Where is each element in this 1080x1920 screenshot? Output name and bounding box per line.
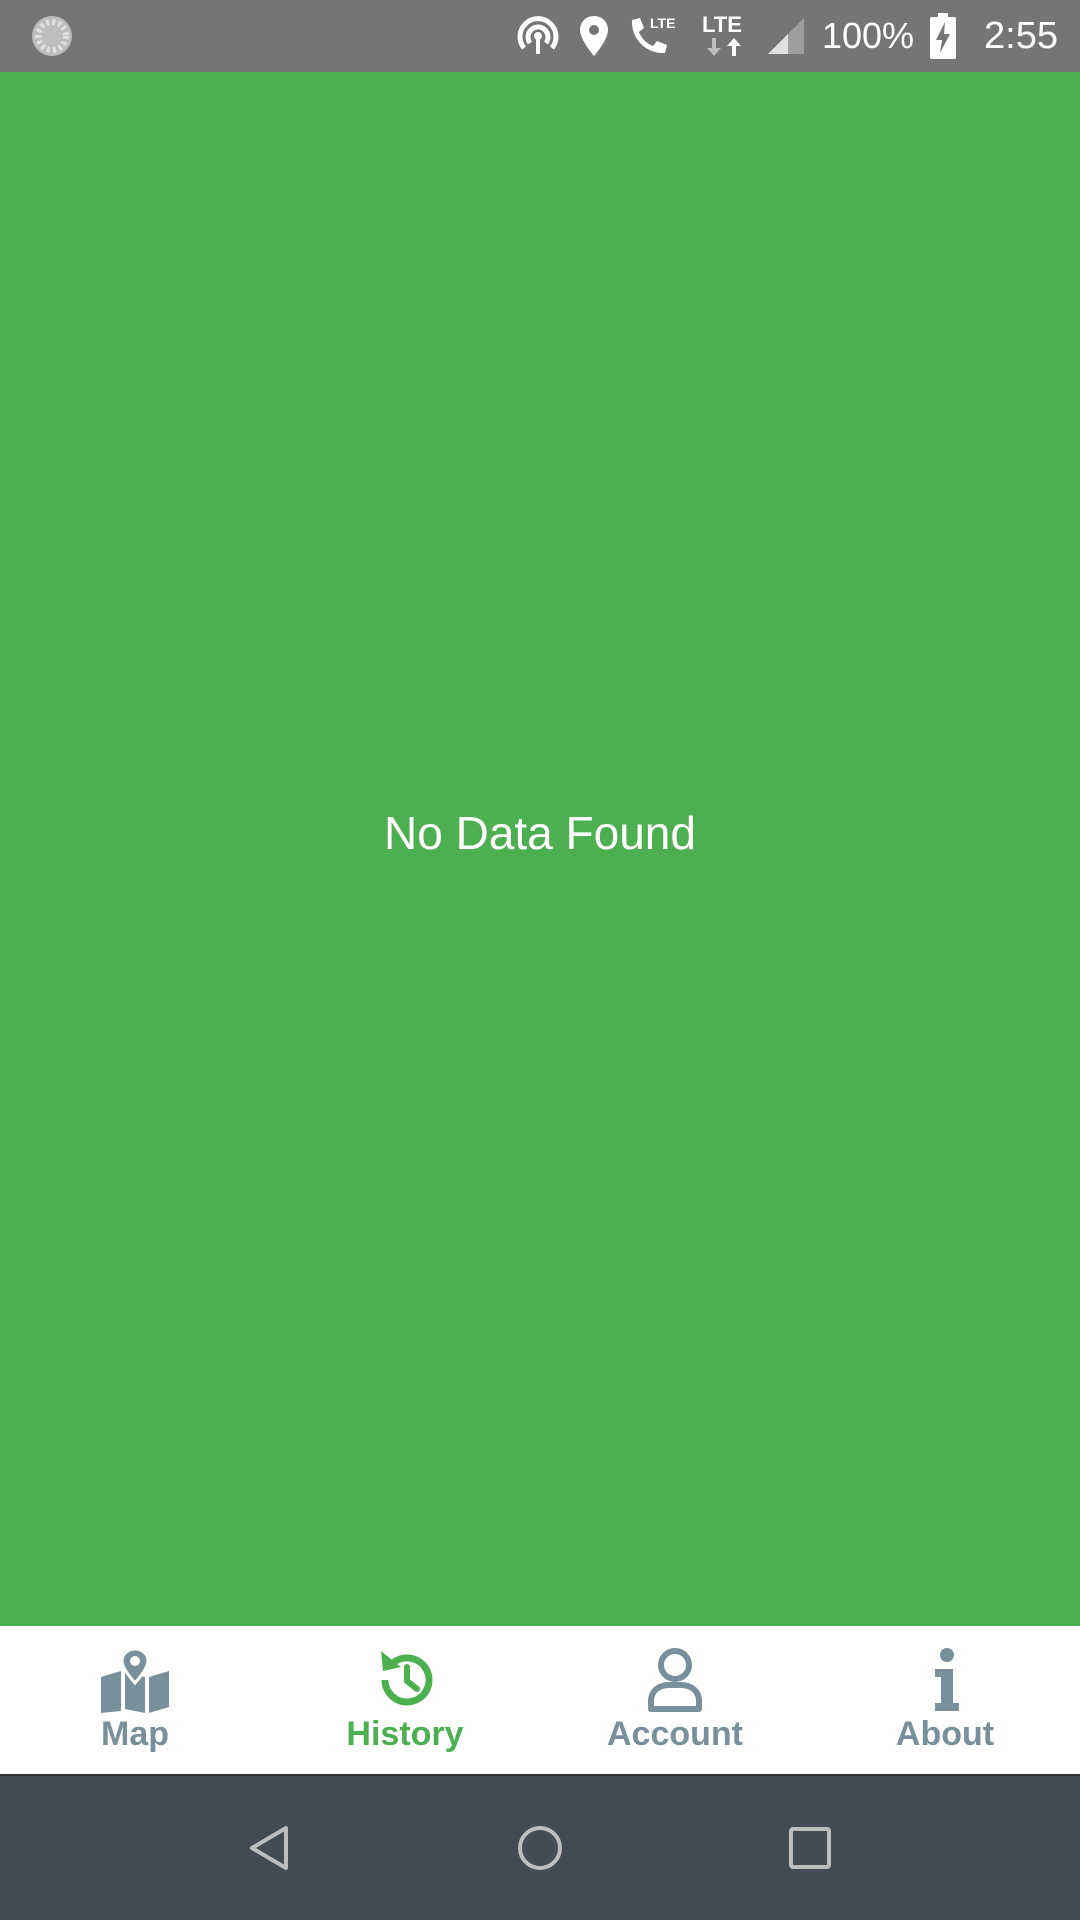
svg-text:LTE: LTE — [650, 15, 675, 31]
tab-label: About — [895, 1714, 995, 1753]
location-icon — [578, 14, 610, 58]
lte-data-icon: LTE — [700, 12, 750, 58]
tab-map[interactable]: Map — [0, 1626, 270, 1774]
tab-label: Account — [607, 1714, 743, 1753]
home-icon[interactable] — [490, 1798, 590, 1898]
tab-account[interactable]: Account — [540, 1626, 810, 1774]
back-icon[interactable] — [220, 1798, 320, 1898]
history-icon — [369, 1647, 441, 1713]
person-icon — [639, 1647, 711, 1713]
tab-label: Map — [101, 1714, 169, 1753]
signal-icon — [766, 14, 806, 58]
status-bar: LTE LTE 100% 2:55 — [0, 0, 1080, 72]
bottom-navigation: Map History Account About — [0, 1626, 1080, 1776]
tab-label: History — [346, 1714, 464, 1753]
tab-history[interactable]: History — [270, 1626, 540, 1774]
empty-state-message: No Data Found — [384, 807, 696, 859]
info-icon — [909, 1647, 981, 1713]
sync-icon — [30, 14, 74, 58]
map-icon — [99, 1646, 171, 1713]
status-icons: LTE LTE 100% 2:55 — [514, 0, 1058, 72]
svg-text:LTE: LTE — [702, 12, 742, 37]
battery-percent: 100% — [821, 15, 915, 56]
volte-call-icon: LTE — [626, 14, 684, 58]
tab-about[interactable]: About — [810, 1626, 1080, 1774]
history-content: No Data Found — [0, 72, 1080, 1626]
recents-icon[interactable] — [760, 1798, 860, 1898]
clock: 2:55 — [984, 14, 1058, 57]
battery-charging-icon — [930, 13, 957, 59]
system-navigation-bar — [0, 1776, 1080, 1920]
hotspot-icon — [514, 14, 562, 58]
